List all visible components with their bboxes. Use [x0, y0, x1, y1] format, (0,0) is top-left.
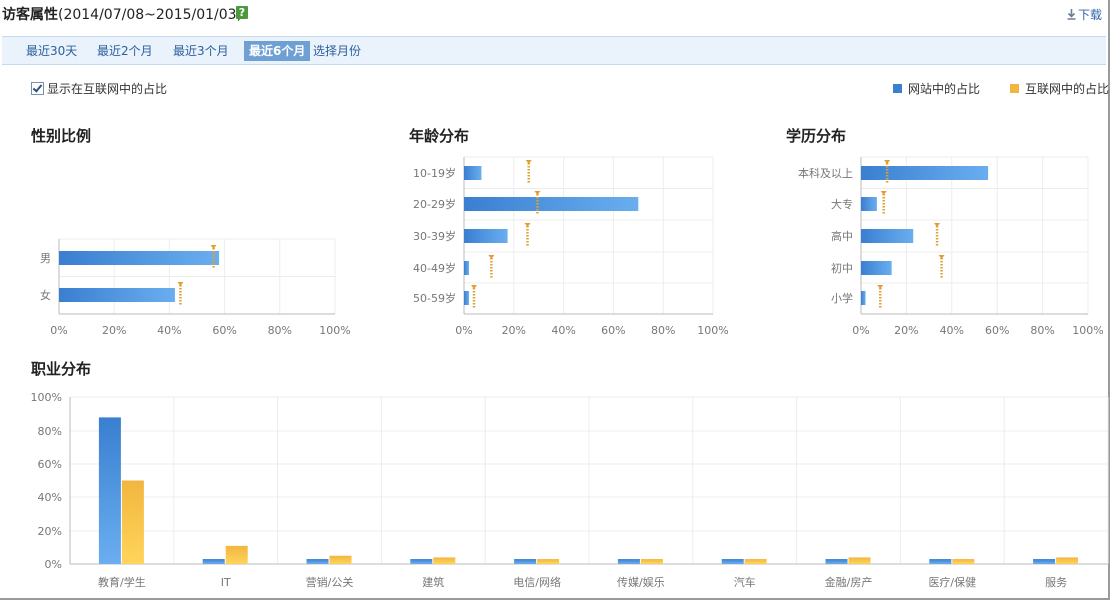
age-marker-internet [470, 285, 477, 308]
occupation-bar-site [514, 559, 537, 564]
education-x-tick-label: 60% [985, 324, 1009, 337]
age-bar-site [464, 229, 508, 243]
gender-category-label: 女 [40, 288, 51, 302]
age-marker-internet [525, 160, 532, 183]
occupation-bar-internet [640, 559, 663, 564]
education-marker-internet [934, 223, 941, 246]
education-category-label: 初中 [831, 261, 853, 275]
occupation-category-label: IT [221, 576, 231, 589]
gender-marker-internet [177, 282, 184, 305]
age-x-tick-label: 80% [651, 324, 675, 337]
age-category-label: 30-39岁 [413, 229, 456, 243]
gender-x-tick-label: 80% [268, 324, 292, 337]
age-marker-internet [524, 223, 531, 246]
age-category-label: 50-59岁 [413, 291, 456, 305]
occupation-category-label: 医疗/保健 [928, 575, 976, 589]
education-marker-internet [938, 255, 945, 278]
gender-bar-site [59, 251, 220, 265]
occupation-bar-internet [848, 557, 871, 564]
age-x-tick-label: 60% [601, 324, 625, 337]
occupation-bar-site [617, 559, 640, 564]
education-x-tick-label: 0% [852, 324, 869, 337]
education-bar-site [861, 229, 914, 243]
education-bar-site [861, 166, 989, 180]
education-marker-internet [877, 285, 884, 308]
occupation-bar-internet [433, 557, 456, 564]
occupation-bar-site [306, 559, 329, 564]
occupation-bar-site [98, 417, 121, 564]
gender-x-tick-label: 40% [157, 324, 181, 337]
age-bar-site [464, 166, 482, 180]
age-category-label: 20-29岁 [413, 197, 456, 211]
occupation-category-label: 营销/公关 [306, 575, 354, 589]
education-x-tick-label: 80% [1030, 324, 1054, 337]
age-x-tick-label: 40% [551, 324, 575, 337]
age-x-tick-label: 0% [455, 324, 472, 337]
occupation-bar-site [929, 559, 952, 564]
occupation-bar-internet [121, 480, 144, 564]
occupation-bar-internet [225, 545, 248, 564]
occupation-y-tick-label: 60% [38, 458, 62, 471]
occupation-y-tick-label: 80% [38, 425, 62, 438]
gender-x-tick-label: 0% [50, 324, 67, 337]
age-marker-internet [488, 255, 495, 278]
education-bar-site [861, 197, 877, 211]
occupation-bar-internet [952, 559, 975, 564]
education-x-tick-label: 100% [1072, 324, 1103, 337]
age-category-label: 10-19岁 [413, 166, 456, 180]
education-x-tick-label: 20% [894, 324, 918, 337]
occupation-category-label: 建筑 [422, 575, 444, 589]
gender-category-label: 男 [40, 252, 51, 265]
education-category-label: 高中 [831, 229, 853, 243]
occupation-bar-internet [744, 559, 767, 564]
education-category-label: 小学 [831, 291, 853, 305]
gender-x-tick-label: 60% [212, 324, 236, 337]
education-marker-internet [880, 191, 887, 214]
age-bar-site [464, 261, 469, 275]
occupation-bar-internet [537, 559, 560, 564]
occupation-category-label: 服务 [1045, 576, 1067, 589]
occupation-y-tick-label: 20% [38, 525, 62, 538]
occupation-bar-site [202, 559, 225, 564]
gender-x-tick-label: 20% [102, 324, 126, 337]
occupation-bar-internet [329, 555, 352, 564]
age-bar-site [464, 291, 469, 305]
education-category-label: 大专 [831, 197, 853, 211]
charts-canvas: 0% 20% 40% 60% 80% 100% 男女 0% 20% 40% 60% 80% 100% 10… [31, 156, 1109, 589]
age-bar-site [464, 197, 639, 211]
gender-bar-site [59, 288, 175, 302]
education-bar-site [861, 261, 892, 275]
occupation-y-tick-label: 100% [31, 391, 62, 404]
age-category-label: 40-49岁 [413, 261, 456, 275]
occupation-category-label: 传媒/娱乐 [617, 575, 665, 589]
occupation-y-tick-label: 40% [38, 491, 62, 504]
occupation-y-tick-label: 0% [45, 558, 62, 571]
occupation-category-label: 教育/学生 [98, 575, 146, 589]
education-bar-site [861, 291, 866, 305]
age-x-tick-label: 100% [697, 324, 728, 337]
age-x-tick-label: 20% [502, 324, 526, 337]
education-category-label: 本科及以上 [798, 166, 853, 180]
gender-x-tick-label: 100% [319, 324, 350, 337]
occupation-bar-internet [1056, 557, 1079, 564]
education-x-tick-label: 40% [940, 324, 964, 337]
occupation-category-label: 汽车 [734, 575, 756, 589]
occupation-bar-site [721, 559, 744, 564]
occupation-bar-site [410, 559, 433, 564]
occupation-bar-site [1033, 559, 1056, 564]
occupation-category-label: 电信/网络 [513, 575, 561, 589]
occupation-category-label: 金融/房产 [825, 575, 873, 589]
occupation-bar-site [825, 559, 848, 564]
